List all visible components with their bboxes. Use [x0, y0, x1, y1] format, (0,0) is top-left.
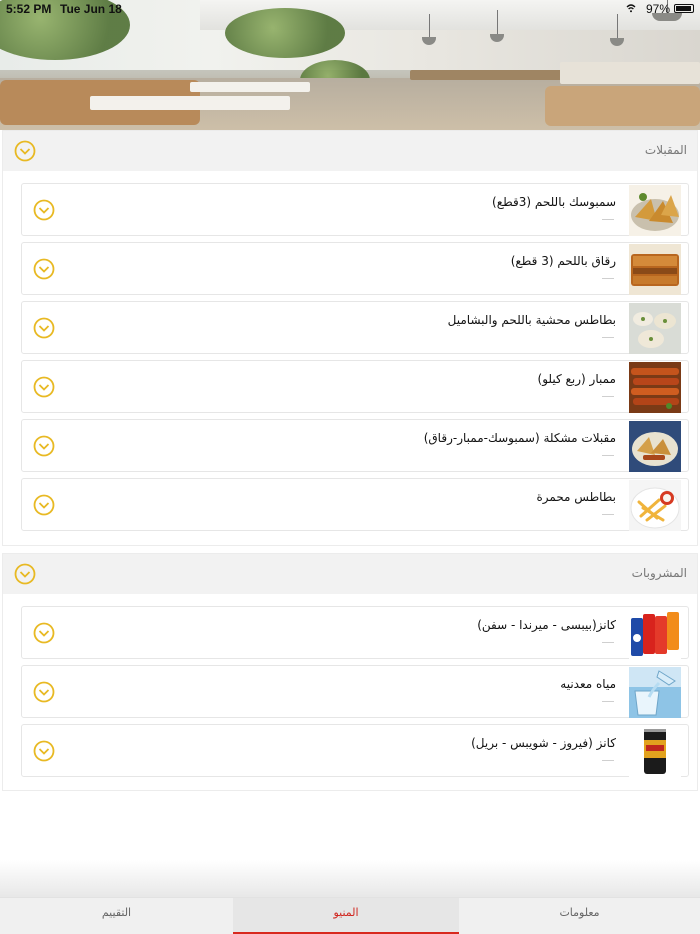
menu-item-price-placeholder — [602, 278, 614, 279]
menu-item-price-placeholder — [602, 396, 614, 397]
samosa-image — [629, 185, 681, 236]
soda-cans-image — [629, 608, 681, 659]
menu-item-name: بطاطس محمرة — [536, 490, 616, 504]
appetizers-section: المقبلات سمبوسك باللحم (3قطع) رقاق باللح… — [2, 130, 698, 546]
collapse-chevron-icon[interactable] — [14, 563, 36, 585]
menu-item-name: بطاطس محشية باللحم والبشاميل — [447, 313, 616, 327]
expand-chevron-icon[interactable] — [33, 622, 55, 644]
tab-rating[interactable]: التقييم — [0, 898, 233, 934]
status-time: 5:52 PM — [6, 2, 52, 16]
menu-item[interactable]: بطاطس محشية باللحم والبشاميل — [21, 301, 689, 354]
wifi-icon — [626, 4, 636, 13]
tabbar-shadow — [0, 860, 700, 898]
expand-chevron-icon[interactable] — [33, 435, 55, 457]
status-bar: 5:52 PM Tue Jun 18 97% — [0, 0, 700, 18]
menu-item[interactable]: مقبلات مشكلة (سمبوسك-ممبار-رقاق) — [21, 419, 689, 472]
section-title: المشروبات — [631, 566, 687, 580]
expand-chevron-icon[interactable] — [33, 681, 55, 703]
mumbar-image — [629, 362, 681, 413]
menu-item[interactable]: ممبار (ربع كيلو) — [21, 360, 689, 413]
drinks-section: المشروبات كانز(بيبسى - ميرندا - سفن) ميا… — [2, 553, 698, 791]
menu-item-name: رقاق باللحم (3 قطع) — [510, 254, 616, 268]
bottom-tab-bar: التقييم المنيو معلومات — [0, 897, 700, 934]
menu-item-price-placeholder — [602, 701, 614, 702]
drinks-section-header[interactable]: المشروبات — [3, 554, 697, 594]
restaurant-hero-image — [0, 0, 700, 130]
menu-item-name: كانز (فيروز - شويبس - بريل) — [471, 736, 616, 750]
menu-item[interactable]: بطاطس محمرة — [21, 478, 689, 531]
menu-item-name: مياه معدنيه — [560, 677, 616, 691]
menu-item-name: سمبوسك باللحم (3قطع) — [492, 195, 616, 209]
expand-chevron-icon[interactable] — [33, 740, 55, 762]
menu-item-name: ممبار (ربع كيلو) — [537, 372, 616, 386]
tab-menu[interactable]: المنيو — [233, 898, 459, 934]
tab-label: معلومات — [559, 906, 600, 919]
expand-chevron-icon[interactable] — [33, 317, 55, 339]
menu-item[interactable]: رقاق باللحم (3 قطع) — [21, 242, 689, 295]
menu-item[interactable]: مياه معدنيه — [21, 665, 689, 718]
menu-item-price-placeholder — [602, 219, 614, 220]
stuffed-potato-image — [629, 303, 681, 354]
expand-chevron-icon[interactable] — [33, 258, 55, 280]
mixed-appetizers-image — [629, 421, 681, 472]
battery-icon — [674, 4, 694, 13]
menu-item-price-placeholder — [602, 514, 614, 515]
menu-item[interactable]: كانز(بيبسى - ميرندا - سفن) — [21, 606, 689, 659]
battery-percentage: 97% — [645, 2, 670, 16]
menu-item[interactable]: سمبوسك باللحم (3قطع) — [21, 183, 689, 236]
fries-image — [629, 480, 681, 531]
pastry-image — [629, 244, 681, 295]
section-title: المقبلات — [644, 143, 687, 157]
menu-item-price-placeholder — [602, 760, 614, 761]
expand-chevron-icon[interactable] — [33, 199, 55, 221]
collapse-chevron-icon[interactable] — [14, 140, 36, 162]
tab-label: التقييم — [101, 906, 132, 919]
expand-chevron-icon[interactable] — [33, 494, 55, 516]
water-image — [629, 667, 681, 718]
menu-item[interactable]: كانز (فيروز - شويبس - بريل) — [21, 724, 689, 777]
menu-item-price-placeholder — [602, 455, 614, 456]
tab-label: المنيو — [333, 906, 359, 919]
appetizers-section-header[interactable]: المقبلات — [3, 131, 697, 171]
tab-info[interactable]: معلومات — [459, 898, 700, 934]
menu-item-name: كانز(بيبسى - ميرندا - سفن) — [477, 618, 616, 632]
menu-item-price-placeholder — [602, 337, 614, 338]
menu-item-price-placeholder — [602, 642, 614, 643]
status-date: Tue Jun 18 — [60, 2, 122, 16]
birell-can-image — [629, 726, 681, 777]
menu-item-name: مقبلات مشكلة (سمبوسك-ممبار-رقاق) — [423, 431, 616, 445]
expand-chevron-icon[interactable] — [33, 376, 55, 398]
